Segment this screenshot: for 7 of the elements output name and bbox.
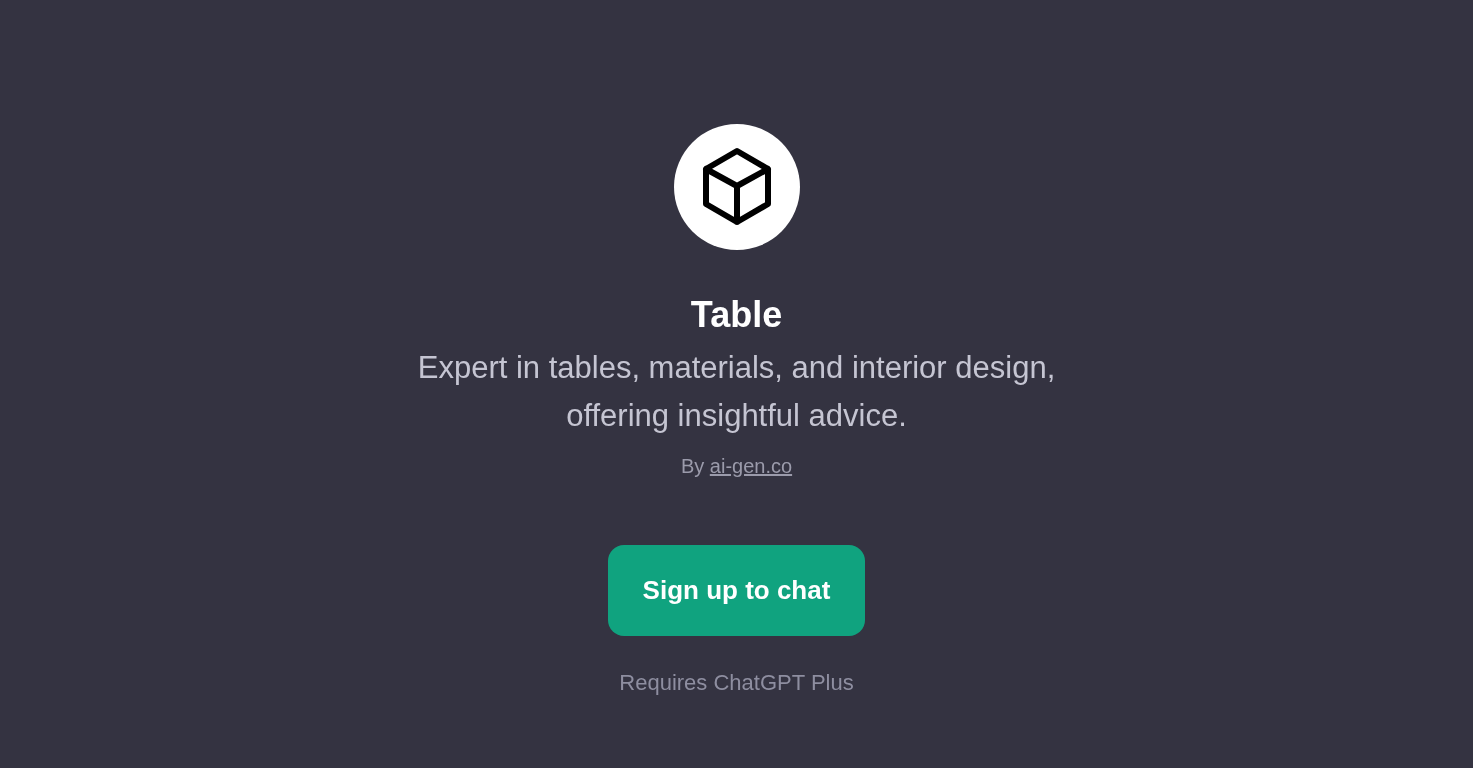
author-byline: By ai-gen.co [680,454,793,479]
gpt-description: Expert in tables, materials, and interior design, offering insightful advice. [416,349,1057,435]
gpt-title: Table [690,293,783,337]
author-link[interactable]: ai-gen.co [709,455,793,477]
requirement-note: Requires ChatGPT Plus [619,669,854,697]
cube-icon [673,124,800,250]
signup-button[interactable]: Sign up to chat [608,545,865,636]
